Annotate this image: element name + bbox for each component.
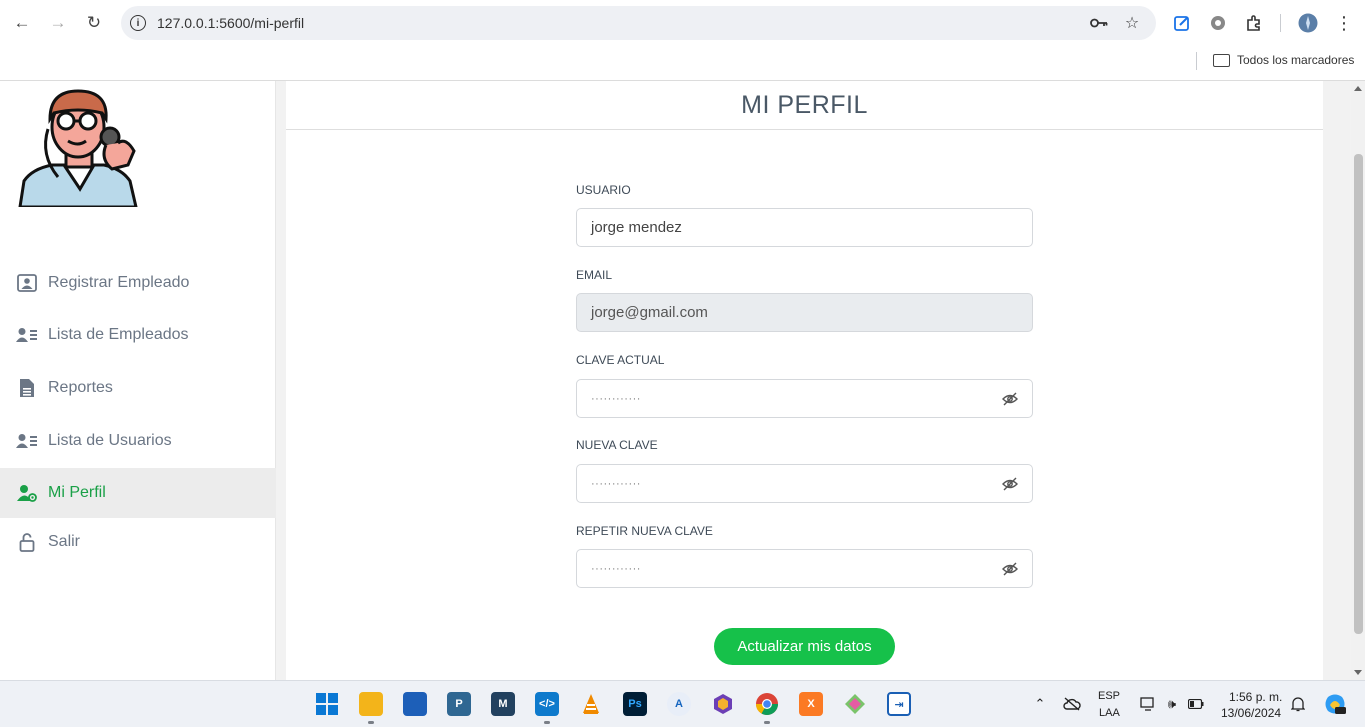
keyboard-layout-indicator[interactable]: LAA [1099, 707, 1120, 719]
nueva-clave-value: ············ [591, 477, 641, 490]
clave-actual-input[interactable]: ············ [576, 379, 1033, 418]
windows-start-icon[interactable] [315, 692, 339, 716]
report-file-icon [16, 377, 38, 399]
lock-open-icon [16, 531, 38, 553]
vscode-icon[interactable]: </> [535, 692, 559, 716]
browser-toolbar: ← → ↻ i 127.0.0.1:5600/mi-perfil ☆ ⋮ [0, 0, 1365, 46]
email-input: jorge@gmail.com [576, 293, 1033, 332]
postgresql-icon[interactable]: P [447, 692, 471, 716]
bookmarks-bar: Todos los marcadores [0, 46, 1365, 81]
sidebar-item-label: Lista de Usuarios [48, 432, 172, 449]
clave-actual-value: ············ [591, 392, 641, 405]
nueva-clave-label: NUEVA CLAVE [576, 438, 658, 452]
folder-icon[interactable] [1213, 54, 1230, 67]
nueva-clave-input[interactable]: ············ [576, 464, 1033, 503]
profile-panel: MI PERFIL USUARIO jorge mendez EMAIL jor… [286, 81, 1323, 680]
copilot-icon[interactable] [1324, 693, 1346, 715]
network-icon[interactable] [1139, 696, 1157, 712]
eye-slash-icon[interactable] [1002, 561, 1018, 577]
repetir-clave-value: ············ [591, 562, 641, 575]
email-label: EMAIL [576, 268, 613, 282]
password-key-icon[interactable] [1090, 14, 1108, 32]
toolbar-divider [1280, 14, 1281, 32]
sidebar-item-mi-perfil[interactable]: Mi Perfil [0, 468, 276, 518]
file-explorer-icon[interactable] [359, 692, 383, 716]
windows-taskbar: P M </> Ps A X ⇥ ⌃ ESP LAA 🕪 1:56 p. m. … [0, 680, 1365, 727]
repetir-clave-label: REPETIR NUEVA CLAVE [576, 524, 713, 538]
sidebar-item-lista-empleados[interactable]: Lista de Empleados [0, 310, 276, 360]
cloud-offline-icon[interactable] [1063, 696, 1081, 712]
scroll-up-arrow-icon[interactable] [1354, 86, 1362, 91]
remote-app-icon[interactable]: ⇥ [887, 692, 911, 716]
photoshop-icon[interactable]: Ps [623, 692, 647, 716]
hexagon-app-icon[interactable] [711, 692, 735, 716]
doctor-avatar-image [18, 89, 138, 207]
extension-gear-icon[interactable] [1207, 12, 1229, 34]
language-indicator[interactable]: ESP [1098, 690, 1120, 702]
usuario-input[interactable]: jorge mendez [576, 208, 1033, 247]
chrome-icon[interactable] [755, 692, 779, 716]
profile-avatar[interactable] [1297, 12, 1319, 34]
running-indicator [544, 721, 550, 724]
git-diamond-icon[interactable] [843, 692, 867, 716]
extensions-puzzle-icon[interactable] [1243, 12, 1265, 34]
clave-actual-label: CLAVE ACTUAL [576, 353, 665, 367]
eye-slash-icon[interactable] [1002, 391, 1018, 407]
back-icon[interactable]: ← [10, 11, 34, 35]
battery-icon[interactable] [1187, 696, 1205, 712]
panel-header: MI PERFIL [286, 81, 1323, 130]
running-indicator [764, 721, 770, 724]
running-indicator [368, 721, 374, 724]
clock-time[interactable]: 1:56 p. m. [1229, 690, 1282, 704]
usuario-value: jorge mendez [591, 219, 682, 236]
notification-bell-icon[interactable] [1289, 696, 1307, 712]
user-gear-icon [16, 482, 38, 504]
page-scrollbar[interactable] [1351, 81, 1365, 680]
scroll-down-arrow-icon[interactable] [1354, 670, 1362, 675]
site-info-icon[interactable]: i [130, 15, 146, 31]
url-text[interactable]: 127.0.0.1:5600/mi-perfil [157, 15, 304, 31]
xampp-icon[interactable]: X [799, 692, 823, 716]
clock-date[interactable]: 13/06/2024 [1221, 706, 1281, 720]
scrollbar-thumb[interactable] [1354, 154, 1363, 634]
user-badge-icon [16, 272, 38, 294]
browser-menu-icon[interactable]: ⋮ [1333, 12, 1355, 34]
sidebar-item-label: Lista de Empleados [48, 326, 189, 343]
bookmarks-divider [1196, 52, 1197, 70]
vlc-icon[interactable] [579, 692, 603, 716]
sidebar-item-salir[interactable]: Salir [0, 517, 276, 567]
address-bar[interactable]: i 127.0.0.1:5600/mi-perfil ☆ [121, 6, 1156, 40]
sidebar-item-reportes[interactable]: Reportes [0, 363, 276, 413]
usuario-label: USUARIO [576, 183, 631, 197]
repetir-clave-input[interactable]: ············ [576, 549, 1033, 588]
sidebar: Registrar Empleado Lista de Empleados Re… [0, 81, 276, 680]
reload-icon[interactable]: ↻ [82, 11, 106, 35]
sidebar-item-label: Registrar Empleado [48, 274, 190, 291]
page-content: Registrar Empleado Lista de Empleados Re… [0, 81, 1365, 680]
update-profile-button[interactable]: Actualizar mis datos [714, 628, 895, 665]
edit-extension-icon[interactable] [1171, 12, 1193, 34]
chevron-up-icon[interactable]: ⌃ [1031, 696, 1049, 712]
user-list-icon [16, 430, 38, 452]
sidebar-item-label: Reportes [48, 379, 113, 396]
sidebar-item-label: Mi Perfil [48, 484, 106, 501]
page-title: MI PERFIL [741, 90, 868, 119]
sidebar-item-label: Salir [48, 533, 81, 550]
microsoft-store-icon[interactable] [403, 692, 427, 716]
user-list-icon [16, 324, 38, 346]
bookmarks-folder-label[interactable]: Todos los marcadores [1237, 53, 1354, 67]
eye-slash-icon[interactable] [1002, 476, 1018, 492]
volume-icon[interactable]: 🕪 [1163, 696, 1181, 712]
email-value: jorge@gmail.com [591, 304, 708, 321]
mysql-workbench-icon[interactable]: M [491, 692, 515, 716]
sidebar-item-lista-usuarios[interactable]: Lista de Usuarios [0, 416, 276, 466]
sidebar-item-registrar-empleado[interactable]: Registrar Empleado [0, 258, 276, 308]
translator-app-icon[interactable]: A [667, 692, 691, 716]
forward-icon[interactable]: → [46, 11, 70, 35]
bookmark-star-icon[interactable]: ☆ [1123, 14, 1141, 32]
